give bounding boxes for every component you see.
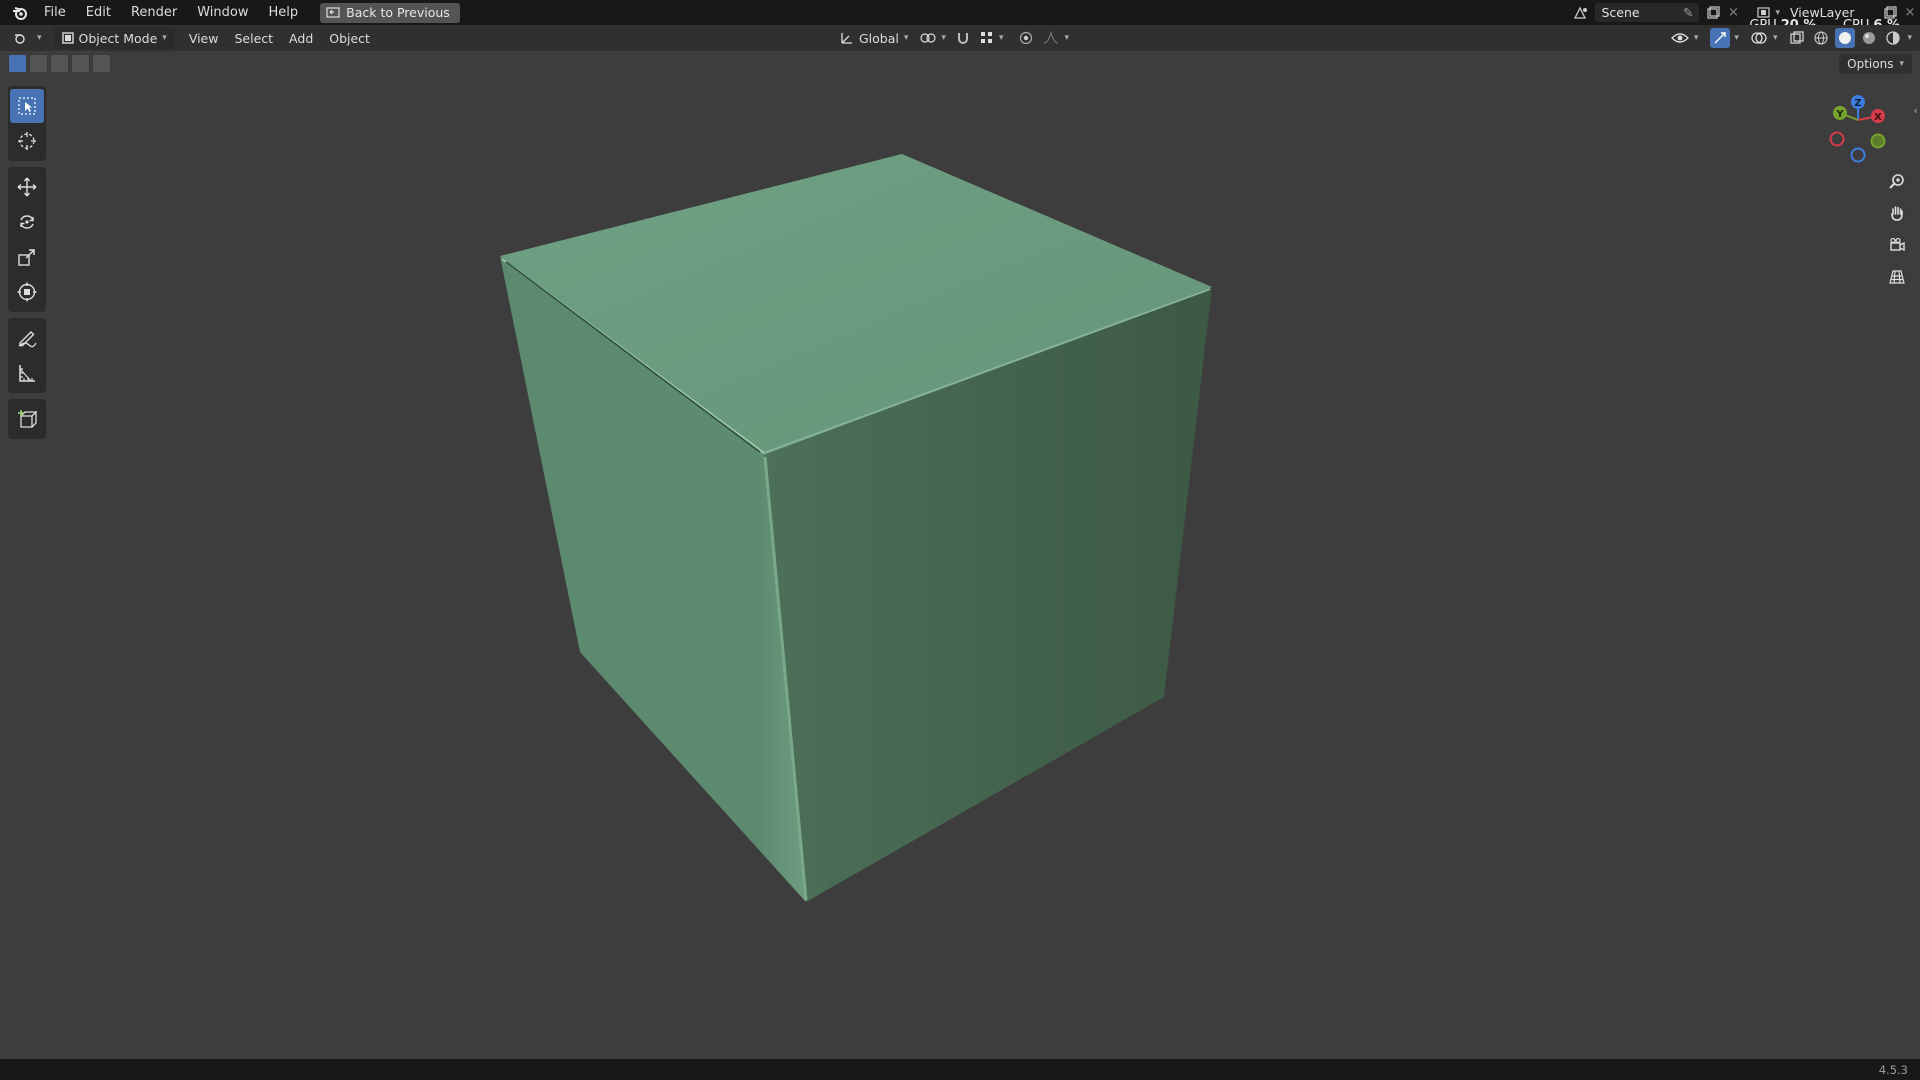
navigation-gizmo[interactable]: Z Y X bbox=[1816, 92, 1896, 172]
tool-shelf bbox=[8, 86, 46, 445]
tool-group-select bbox=[8, 86, 46, 161]
measure-tool[interactable] bbox=[10, 356, 44, 390]
pencil-icon bbox=[18, 331, 37, 348]
rotate-icon bbox=[20, 215, 34, 229]
select-box-tool[interactable] bbox=[10, 89, 44, 123]
hand-icon bbox=[1891, 206, 1903, 221]
status-bar: 4.5.3 bbox=[0, 1059, 1920, 1080]
add-cube-tool[interactable] bbox=[10, 402, 44, 436]
camera-view-button[interactable] bbox=[1884, 232, 1910, 258]
camera-icon bbox=[1890, 237, 1905, 252]
add-cube-icon bbox=[18, 410, 38, 428]
grid-icon bbox=[1889, 270, 1905, 284]
gizmo-y-label: Y bbox=[1835, 109, 1844, 120]
rotate-tool[interactable] bbox=[10, 205, 44, 239]
perspective-toggle-button[interactable] bbox=[1884, 264, 1910, 290]
version-label: 4.5.3 bbox=[1878, 1063, 1908, 1077]
annotate-tool[interactable] bbox=[10, 321, 44, 355]
zoom-button[interactable] bbox=[1884, 168, 1910, 194]
pan-button[interactable] bbox=[1884, 200, 1910, 226]
gizmo-x-label: X bbox=[1874, 112, 1882, 123]
move-tool[interactable] bbox=[10, 170, 44, 204]
sidebar-expand-arrow[interactable]: ‹ bbox=[1914, 104, 1918, 117]
gizmo-neg-x-axis[interactable] bbox=[1829, 131, 1845, 147]
transform-icon bbox=[17, 282, 37, 302]
gizmo-neg-z-axis[interactable] bbox=[1850, 147, 1866, 163]
tool-group-transform bbox=[8, 167, 46, 312]
transform-tool[interactable] bbox=[10, 275, 44, 309]
zoom-icon bbox=[1889, 174, 1904, 189]
scale-tool[interactable] bbox=[10, 240, 44, 274]
tool-group-add bbox=[8, 399, 46, 439]
tool-group-annotate bbox=[8, 318, 46, 393]
select-box-icon bbox=[18, 97, 36, 115]
scale-icon bbox=[18, 249, 35, 266]
gizmo-z-label: Z bbox=[1854, 98, 1861, 109]
cursor-icon bbox=[18, 132, 36, 150]
ruler-icon bbox=[19, 365, 35, 382]
cursor-tool[interactable] bbox=[10, 124, 44, 158]
gizmo-neg-y-axis[interactable] bbox=[1870, 133, 1886, 149]
move-icon bbox=[17, 177, 37, 197]
viewport-scene[interactable] bbox=[0, 0, 1920, 1080]
viewport-navigation bbox=[1884, 168, 1910, 290]
